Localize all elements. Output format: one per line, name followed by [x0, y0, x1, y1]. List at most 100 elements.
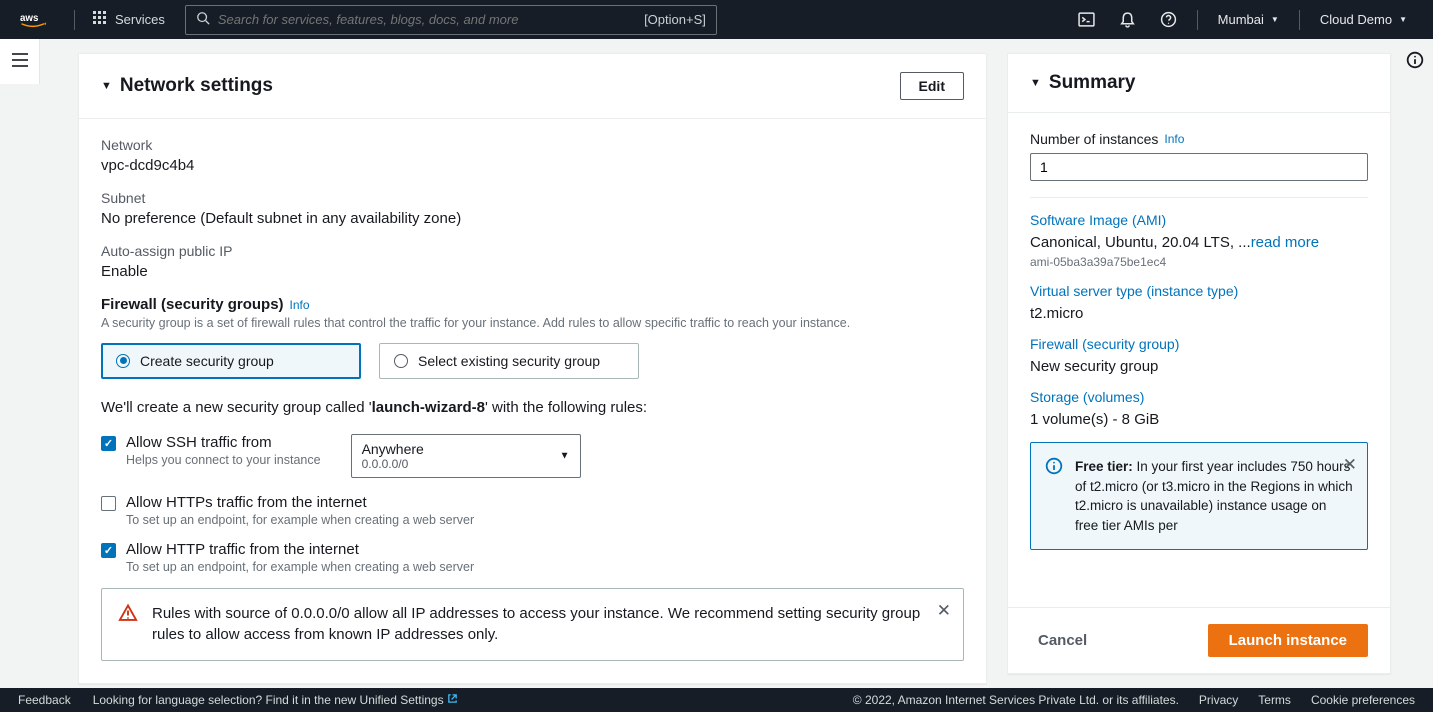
page-footer: Feedback Looking for language selection?… [0, 688, 1433, 712]
separator [1030, 197, 1368, 198]
menu-toggle-button[interactable] [12, 53, 28, 70]
edit-button[interactable]: Edit [900, 72, 964, 100]
sg-value: New security group [1030, 358, 1368, 375]
subnet-value: No preference (Default subnet in any ava… [101, 210, 964, 227]
ssh-source-dropdown[interactable]: Anywhere 0.0.0.0/0 ▼ [351, 434, 581, 478]
num-instances-input[interactable] [1030, 153, 1368, 181]
num-instances-label: Number of instances Info [1030, 131, 1368, 147]
nav-right: Mumbai ▼ Cloud Demo ▼ [1066, 10, 1433, 30]
firewall-label: Firewall (security groups) Info [101, 296, 964, 313]
allow-https-label: Allow HTTPs traffic from the internet [126, 494, 474, 511]
ami-value: Canonical, Ubuntu, 20.04 LTS, ...read mo… [1030, 234, 1368, 251]
feedback-link[interactable]: Feedback [18, 693, 71, 707]
info-link[interactable]: Info [290, 298, 310, 312]
network-label: Network [101, 137, 964, 153]
right-rail [1397, 39, 1433, 84]
allow-ssh-checkbox[interactable] [101, 436, 116, 451]
collapse-icon: ▼ [101, 80, 112, 92]
aws-logo[interactable]: aws [0, 11, 66, 29]
search-input[interactable] [218, 12, 644, 27]
summary-title[interactable]: ▼ Summary [1030, 72, 1368, 94]
storage-value: 1 volume(s) - 8 GiB [1030, 411, 1368, 428]
select-sg-option[interactable]: Select existing security group [379, 343, 639, 379]
allow-http-checkbox[interactable] [101, 543, 116, 558]
nav-divider [74, 10, 75, 30]
left-rail [0, 39, 40, 84]
services-label: Services [115, 12, 165, 27]
page-body: ▼ Network settings Edit Network vpc-dcd9… [0, 39, 1433, 688]
autoip-value: Enable [101, 263, 964, 280]
cloudshell-button[interactable] [1066, 11, 1107, 28]
chevron-down-icon: ▼ [1399, 15, 1407, 24]
allow-http-sublabel: To set up an endpoint, for example when … [126, 560, 474, 574]
chevron-down-icon: ▼ [1271, 15, 1279, 24]
nav-divider [1197, 10, 1198, 30]
allow-ssh-label: Allow SSH traffic from [126, 434, 321, 451]
svg-text:aws: aws [20, 12, 39, 23]
panel-body: Network vpc-dcd9c4b4 Subnet No preferenc… [79, 119, 986, 683]
privacy-link[interactable]: Privacy [1199, 693, 1238, 707]
account-selector[interactable]: Cloud Demo ▼ [1308, 12, 1419, 27]
panel-header: ▼ Network settings Edit [79, 54, 986, 119]
external-link-icon [447, 693, 458, 707]
option-label: Select existing security group [418, 353, 600, 369]
open-cidr-warning: Rules with source of 0.0.0.0/0 allow all… [101, 588, 964, 662]
subnet-label: Subnet [101, 190, 964, 206]
cookie-link[interactable]: Cookie preferences [1311, 693, 1415, 707]
option-label: Create security group [140, 353, 274, 369]
instance-type-value: t2.micro [1030, 305, 1368, 322]
radio-icon [394, 354, 408, 368]
sg-description: We'll create a new security group called… [101, 399, 964, 416]
summary-column: ▼ Summary Number of instances Info Softw… [1007, 39, 1397, 688]
search-icon [196, 11, 210, 28]
https-block: Allow HTTPs traffic from the internet To… [101, 494, 964, 527]
sg-link[interactable]: Firewall (security group) [1030, 336, 1368, 352]
info-link[interactable]: Info [1164, 132, 1184, 146]
sg-name: launch-wizard-8 [372, 399, 485, 416]
account-label: Cloud Demo [1320, 12, 1392, 27]
cancel-button[interactable]: Cancel [1030, 626, 1095, 655]
launch-instance-button[interactable]: Launch instance [1208, 624, 1368, 657]
services-menu-button[interactable]: Services [83, 11, 175, 28]
global-search[interactable]: [Option+S] [185, 5, 717, 35]
footer-right: © 2022, Amazon Internet Services Private… [853, 693, 1415, 707]
allow-ssh-sublabel: Helps you connect to your instance [126, 453, 321, 467]
allow-http-label: Allow HTTP traffic from the internet [126, 541, 474, 558]
ami-link[interactable]: Software Image (AMI) [1030, 212, 1368, 228]
terms-link[interactable]: Terms [1258, 693, 1291, 707]
grid-icon [93, 11, 107, 28]
free-tier-text: Free tier: In your first year includes 7… [1075, 457, 1353, 535]
firewall-help: A security group is a set of firewall ru… [101, 315, 964, 333]
copyright: © 2022, Amazon Internet Services Private… [853, 693, 1179, 707]
summary-panel: ▼ Summary Number of instances Info Softw… [1007, 53, 1391, 674]
ssh-row: Allow SSH traffic from Helps you connect… [101, 434, 964, 478]
http-block: Allow HTTP traffic from the internet To … [101, 541, 964, 574]
notifications-button[interactable] [1107, 11, 1148, 28]
help-panel-toggle[interactable] [1406, 51, 1424, 72]
panel-title[interactable]: ▼ Network settings [101, 75, 273, 97]
dropdown-label: Anywhere [362, 441, 570, 457]
close-tier-button[interactable]: ✕ [1343, 453, 1357, 478]
instance-type-link[interactable]: Virtual server type (instance type) [1030, 283, 1368, 299]
region-selector[interactable]: Mumbai ▼ [1206, 12, 1291, 27]
radio-icon [116, 354, 130, 368]
top-nav: aws Services [Option+S] Mumbai ▼ Cl [0, 0, 1433, 39]
summary-title-text: Summary [1049, 72, 1136, 94]
unified-settings-link[interactable]: Unified Settings [360, 693, 458, 707]
region-label: Mumbai [1218, 12, 1264, 27]
sg-toggle: Create security group Select existing se… [101, 343, 964, 379]
dropdown-sublabel: 0.0.0.0/0 [362, 457, 570, 471]
allow-https-checkbox[interactable] [101, 496, 116, 511]
network-value: vpc-dcd9c4b4 [101, 157, 964, 174]
warning-icon [118, 603, 138, 626]
help-button[interactable] [1148, 11, 1189, 28]
collapse-icon: ▼ [1030, 77, 1041, 89]
storage-link[interactable]: Storage (volumes) [1030, 389, 1368, 405]
read-more-link[interactable]: read more [1251, 234, 1319, 251]
close-warning-button[interactable]: ✕ [937, 601, 951, 621]
main-column: ▼ Network settings Edit Network vpc-dcd9… [40, 39, 1007, 688]
info-icon [1045, 457, 1063, 535]
content-area: ▼ Network settings Edit Network vpc-dcd9… [40, 39, 1397, 688]
create-sg-option[interactable]: Create security group [101, 343, 361, 379]
nav-divider [1299, 10, 1300, 30]
